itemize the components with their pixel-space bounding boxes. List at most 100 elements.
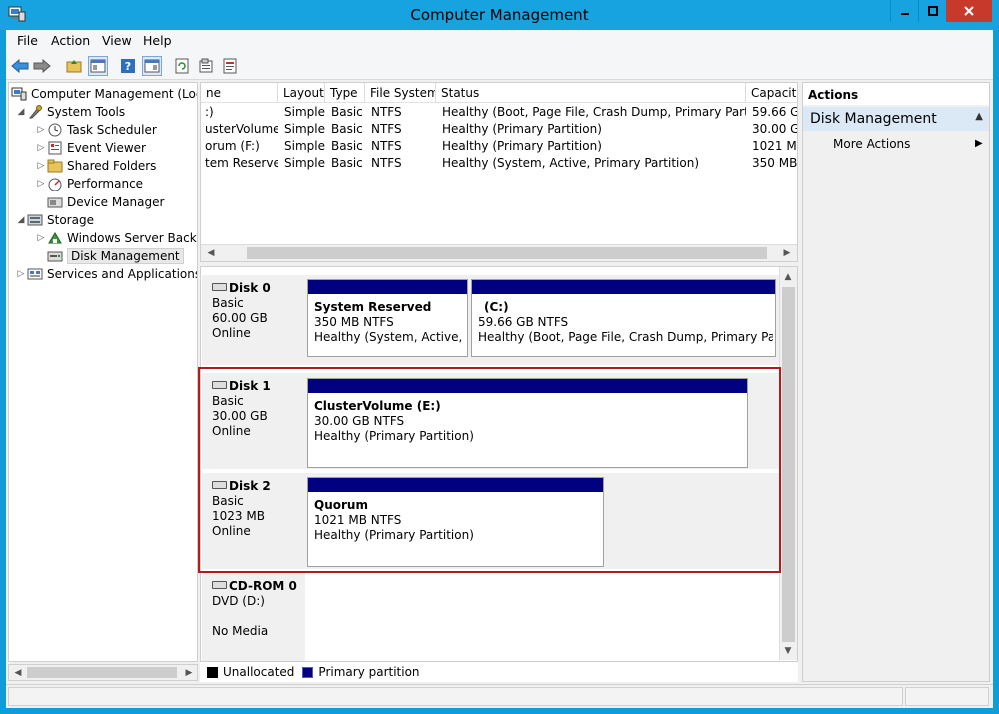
collapsed-chevron-icon[interactable]: ▷ (35, 179, 47, 189)
backup-icon (47, 231, 63, 245)
collapsed-chevron-icon[interactable]: ▷ (35, 143, 47, 153)
forward-button[interactable] (32, 56, 52, 76)
scroll-thumb[interactable] (27, 667, 177, 678)
cell-capacity: 1021 MB (752, 139, 797, 153)
help-topics-button[interactable] (220, 56, 240, 76)
collapse-chevron-icon[interactable]: ▲ (975, 111, 983, 122)
tree-item-performance[interactable]: ▷ Performance (35, 175, 143, 193)
scroll-up-icon[interactable]: ▲ (780, 269, 796, 285)
tree-item-label: Storage (47, 213, 94, 227)
status-cell-main (8, 687, 903, 706)
tree-item-storage[interactable]: ◢ Storage (15, 211, 94, 229)
scroll-right-icon[interactable]: ▶ (779, 245, 795, 261)
more-actions-item[interactable]: More Actions (833, 137, 910, 151)
cell-capacity: 59.66 GB (752, 105, 797, 119)
minimize-button[interactable] (890, 0, 918, 22)
console-tree-icon (90, 59, 106, 73)
svg-text:?: ? (125, 60, 131, 73)
expanded-chevron-icon[interactable]: ◢ (15, 107, 27, 117)
properties-button[interactable] (196, 56, 216, 76)
cdrom-0-label[interactable]: CD-ROM 0 DVD (D:) No Media (202, 573, 305, 663)
menu-action[interactable]: Action (51, 33, 90, 48)
cell-file-system: NTFS (371, 122, 402, 136)
tree-item-device-manager[interactable]: Device Manager (47, 193, 164, 211)
tree-horizontal-scrollbar[interactable]: ◀ ▶ (8, 664, 198, 681)
clock-icon (47, 123, 63, 137)
partition-type-bar (308, 280, 467, 294)
more-actions-label: More Actions (833, 137, 911, 151)
scroll-thumb[interactable] (782, 287, 795, 642)
column-header-volume[interactable]: ne (201, 83, 278, 103)
show-hide-action-pane-button[interactable] (142, 56, 162, 76)
tree-item-computer-management[interactable]: Computer Management (Local (11, 85, 198, 103)
help-button[interactable]: ? (118, 56, 138, 76)
tree-item-system-tools[interactable]: ◢ System Tools (15, 103, 125, 121)
tree-item-task-scheduler[interactable]: ▷ Task Scheduler (35, 121, 157, 139)
disk-name: CD-ROM 0 (229, 579, 297, 593)
scroll-left-icon[interactable]: ◀ (10, 665, 26, 681)
actions-section-disk-management[interactable]: Disk Management ▲ (803, 107, 989, 131)
scroll-right-icon[interactable]: ▶ (181, 665, 197, 681)
close-button[interactable] (946, 0, 992, 22)
maximize-button[interactable] (918, 0, 946, 22)
column-header-type[interactable]: Type (325, 83, 365, 103)
up-folder-button[interactable] (64, 56, 84, 76)
tree-item-label: Event Viewer (67, 141, 146, 155)
column-header-capacity[interactable]: Capacity (746, 83, 797, 103)
minimize-icon (900, 13, 909, 15)
cell-volume: tem Reserved (205, 156, 278, 170)
actions-header: Actions (803, 83, 989, 105)
show-hide-console-tree-button[interactable] (88, 56, 108, 76)
cdrom-icon (212, 581, 227, 589)
legend-unallocated: Unallocated (223, 665, 295, 679)
menu-view[interactable]: View (102, 33, 132, 48)
disk-state: No Media (212, 624, 269, 638)
column-header-layout[interactable]: Layout (278, 83, 325, 103)
actions-pane: Actions Disk Management ▲ More Actions ▶ (802, 82, 990, 682)
collapsed-chevron-icon[interactable]: ▷ (15, 269, 27, 279)
partition-c[interactable]: (C:) 59.66 GB NTFS Healthy (Boot, Page F… (471, 279, 776, 357)
tree-item-event-viewer[interactable]: ▷ Event Viewer (35, 139, 146, 157)
cell-capacity: 30.00 GB (752, 122, 797, 136)
refresh-button[interactable] (172, 56, 192, 76)
cell-layout: Simple (284, 139, 325, 153)
volume-list-horizontal-scrollbar[interactable]: ◀ ▶ (201, 244, 797, 261)
tree-item-label: Performance (67, 177, 144, 191)
expanded-chevron-icon[interactable]: ◢ (15, 215, 27, 225)
scroll-left-icon[interactable]: ◀ (203, 245, 219, 261)
cell-status: Healthy (System, Active, Primary Partiti… (442, 156, 700, 170)
tree-item-services-and-applications[interactable]: ▷ Services and Applications (15, 265, 197, 283)
tree-item-shared-folders[interactable]: ▷ Shared Folders (35, 157, 157, 175)
volume-list[interactable]: ne Layout Type File System Status Capaci… (200, 82, 798, 262)
scroll-down-icon[interactable]: ▼ (780, 643, 796, 659)
cell-type: Basic (331, 156, 363, 170)
cell-file-system: NTFS (371, 156, 402, 170)
collapsed-chevron-icon[interactable]: ▷ (35, 233, 47, 243)
column-header-file-system[interactable]: File System (365, 83, 436, 103)
back-button[interactable] (10, 56, 30, 76)
menu-file[interactable]: File (17, 33, 38, 48)
tree-item-windows-server-backup[interactable]: ▷ Windows Server Backup (35, 229, 197, 247)
cell-volume: orum (F:) (205, 139, 260, 153)
column-header-status[interactable]: Status (436, 83, 746, 103)
partition-system-reserved[interactable]: System Reserved 350 MB NTFS Healthy (Sys… (307, 279, 468, 357)
disk-0-label[interactable]: Disk 0 Basic 60.00 GB Online (202, 275, 305, 365)
disk-view-vertical-scrollbar[interactable]: ▲ ▼ (779, 267, 797, 660)
partition-status: Healthy (System, Active, Pri (314, 330, 465, 344)
collapsed-chevron-icon[interactable]: ▷ (35, 161, 47, 171)
partition-size: 350 MB NTFS (314, 315, 394, 329)
primary-partition-swatch (302, 666, 314, 678)
highlight-annotation-box (198, 367, 781, 573)
computer-management-icon (11, 87, 27, 101)
menu-help[interactable]: Help (143, 33, 172, 48)
tree-item-label: Computer Management (Local (31, 87, 198, 101)
submenu-arrow-icon: ▶ (975, 138, 983, 149)
collapsed-chevron-icon[interactable]: ▷ (35, 125, 47, 135)
help-icon: ? (121, 59, 135, 73)
scroll-thumb[interactable] (247, 247, 767, 259)
partition-type-bar (472, 280, 775, 294)
legend-primary-partition: Primary partition (318, 665, 420, 679)
tree-item-disk-management[interactable]: Disk Management (47, 247, 184, 265)
console-tree[interactable]: Computer Management (Local ◢ System Tool… (8, 82, 198, 662)
shared-folder-icon (47, 159, 63, 173)
